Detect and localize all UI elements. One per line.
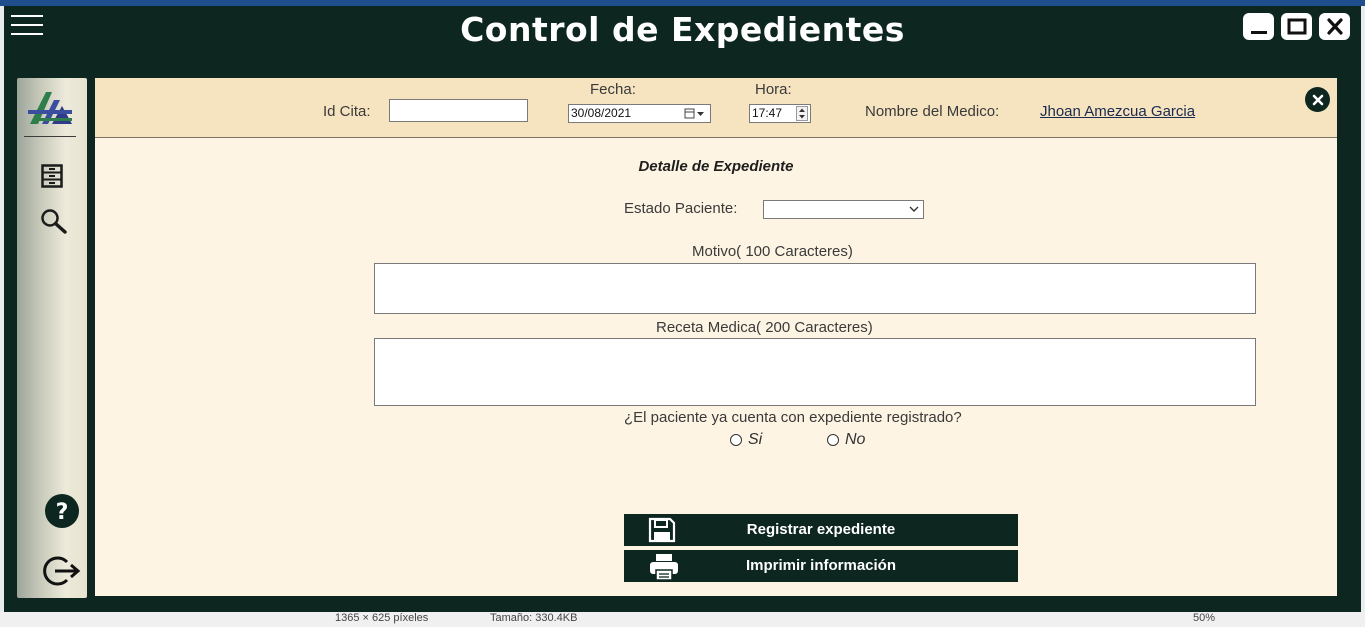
status-bar: 1365 × 625 píxeles Tamaño: 330.4KB 50% xyxy=(0,612,1365,627)
chevron-down-icon xyxy=(909,206,919,212)
radio-si-label: Si xyxy=(748,431,763,448)
close-icon xyxy=(1312,94,1323,105)
id-cita-label: Id Cita: xyxy=(323,103,371,120)
motivo-textarea[interactable] xyxy=(374,263,1256,314)
status-zoom: 50% xyxy=(1193,612,1216,624)
radio-no-circle[interactable] xyxy=(827,434,839,446)
estado-paciente-select[interactable] xyxy=(763,200,924,219)
app-logo-icon xyxy=(28,92,72,124)
svg-text:?: ? xyxy=(56,500,69,525)
maximize-icon xyxy=(1287,18,1306,34)
fecha-date-picker[interactable]: 30/08/2021 xyxy=(568,104,711,123)
minimize-icon xyxy=(1250,30,1267,34)
medico-label: Nombre del Medico: xyxy=(865,103,1000,120)
hora-time-spinner[interactable]: 17:47 xyxy=(749,104,811,123)
registrar-expediente-button[interactable]: Registrar expediente xyxy=(624,514,1018,546)
fecha-label: Fecha: xyxy=(590,81,636,98)
motivo-label: Motivo( 100 Caracteres) xyxy=(692,243,853,260)
estado-paciente-label: Estado Paciente: xyxy=(624,200,738,217)
window-title: Control de Expedientes xyxy=(460,10,905,49)
close-window-button[interactable] xyxy=(1319,13,1350,40)
receta-medica-textarea[interactable] xyxy=(374,338,1256,406)
maximize-button[interactable] xyxy=(1281,13,1312,40)
radio-si-circle[interactable] xyxy=(730,434,742,446)
radio-no[interactable]: No xyxy=(827,431,865,449)
radio-no-label: No xyxy=(845,431,866,448)
registrar-label: Registrar expediente xyxy=(746,521,896,538)
logout-icon[interactable] xyxy=(41,555,83,587)
sidebar: ? xyxy=(17,78,87,598)
status-dimensions: 1365 × 625 píxeles xyxy=(335,612,429,624)
medico-name-link[interactable]: Jhoan Amezcua Garcia xyxy=(1040,103,1195,120)
hora-label: Hora: xyxy=(755,81,792,98)
close-icon xyxy=(1326,17,1343,35)
radio-si[interactable]: Si xyxy=(730,431,762,449)
imprimir-informacion-button[interactable]: Imprimir información xyxy=(624,550,1018,582)
fecha-value: 30/08/2021 xyxy=(571,106,632,120)
id-cita-input[interactable] xyxy=(389,99,528,122)
minimize-button[interactable] xyxy=(1243,13,1274,40)
imprimir-label: Imprimir información xyxy=(745,557,897,574)
spinner-arrows-icon[interactable] xyxy=(796,106,808,121)
receta-medica-label: Receta Medica( 200 Caracteres) xyxy=(656,319,873,336)
close-panel-button[interactable] xyxy=(1305,87,1330,112)
help-icon[interactable]: ? xyxy=(44,493,80,529)
appointment-header: Id Cita: Fecha: 30/08/2021 Hora: 17:47 N… xyxy=(95,78,1337,138)
file-cabinet-icon[interactable] xyxy=(41,164,63,188)
app-window: Control de Expedientes ? Id Cita: Fecha:… xyxy=(4,6,1361,612)
main-panel: Id Cita: Fecha: 30/08/2021 Hora: 17:47 N… xyxy=(95,78,1337,596)
hora-value: 17:47 xyxy=(752,106,783,120)
status-file-size: Tamaño: 330.4KB xyxy=(490,612,578,624)
sidebar-divider xyxy=(24,136,76,137)
calendar-dropdown-icon[interactable] xyxy=(684,108,706,119)
section-title: Detalle de Expediente xyxy=(638,158,794,175)
expediente-question: ¿El paciente ya cuenta con expediente re… xyxy=(624,409,962,426)
search-icon[interactable] xyxy=(40,208,68,234)
